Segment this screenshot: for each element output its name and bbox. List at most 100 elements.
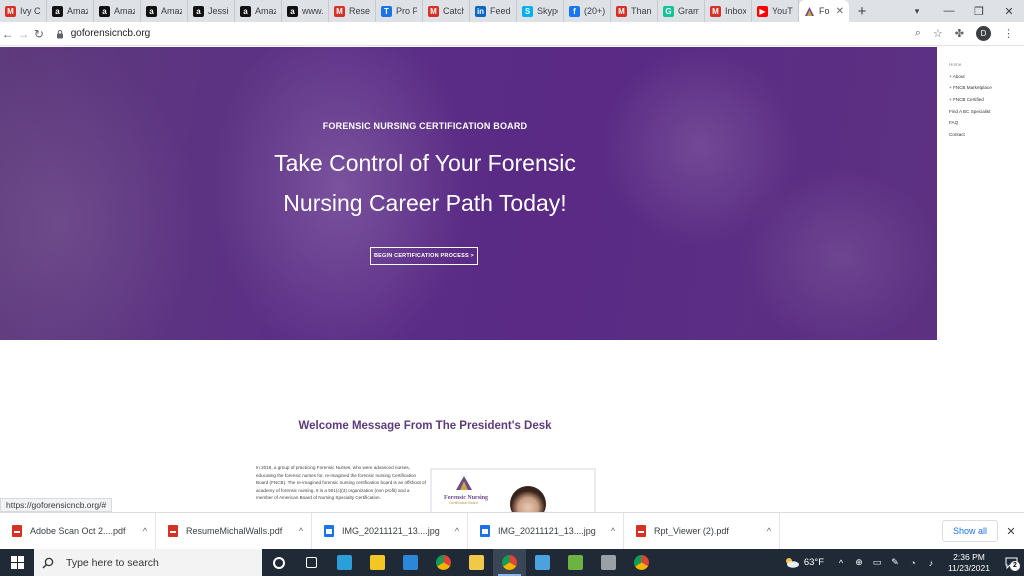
browser-tab[interactable]: a Jessic — [188, 0, 235, 22]
back-arrow-icon[interactable]: ← — [0, 27, 16, 41]
windows-start-button[interactable] — [0, 549, 34, 576]
nav-item[interactable]: Contact — [949, 129, 1024, 141]
taskbar-search-box[interactable]: Type here to search — [34, 549, 262, 576]
download-item[interactable]: ResumeMichalWalls.pdf ^ — [156, 512, 312, 550]
download-name: Rpt_Viewer (2).pdf — [654, 526, 729, 536]
toolbar-actions: ⌕ ☆ ✤ D ⋮ — [915, 26, 1024, 41]
tab-label: (20+) — [584, 6, 605, 16]
tab-label: Amaz — [114, 6, 135, 16]
tab-favicon-icon: a — [52, 5, 63, 17]
wifi-icon[interactable]: ◔ — [904, 558, 922, 568]
browser-tab[interactable]: T Pro P — [376, 0, 423, 22]
cortana-icon[interactable] — [262, 549, 295, 576]
browser-tab[interactable]: M Thank — [611, 0, 658, 22]
browser-tab[interactable]: M Ivy Ch — [0, 0, 47, 22]
browser-tab-strip: MIvy ChaAmazaAmazaAmazaJessicaAmazawww.M… — [0, 0, 1024, 22]
minimize-button[interactable]: — — [934, 5, 964, 17]
browser-tab[interactable]: ▶ YouTu — [752, 0, 799, 22]
download-item[interactable]: IMG_20211121_13....jpg ^ — [468, 512, 624, 550]
forward-arrow-icon[interactable]: → — [16, 27, 32, 41]
nav-item[interactable]: Home — [949, 59, 1024, 71]
app-gear-icon[interactable] — [592, 549, 625, 576]
close-tab-icon[interactable]: ✕ — [836, 6, 844, 17]
browser-tab[interactable]: in Feed — [470, 0, 517, 22]
file-explorer-icon[interactable] — [460, 549, 493, 576]
tab-label: Amaz — [161, 6, 182, 16]
nav-item[interactable]: FAQ — [949, 117, 1024, 129]
tab-favicon-icon: a — [287, 5, 298, 17]
begin-certification-button[interactable]: BEGIN CERTIFICATION PROCESS > — [370, 247, 478, 265]
tab-active-forensic[interactable]: Fo ✕ — [799, 0, 849, 22]
browser-tab[interactable]: a Amaz — [235, 0, 282, 22]
chevron-up-icon[interactable]: ^ — [135, 526, 155, 536]
show-all-button[interactable]: Show all — [941, 520, 998, 542]
tab-favicon-icon: a — [240, 5, 251, 17]
chevron-up-icon[interactable]: ^ — [759, 526, 779, 536]
nav-item[interactable]: + FNCB Marketplace — [949, 82, 1024, 94]
browser-tab[interactable]: a www. — [282, 0, 329, 22]
app-layers-icon[interactable] — [559, 549, 592, 576]
browser-tab[interactable]: a Amaz — [94, 0, 141, 22]
chevron-up-icon[interactable]: ^ — [291, 526, 311, 536]
browser-tab[interactable]: M Catch — [423, 0, 470, 22]
tabs-container: MIvy ChaAmazaAmazaAmazaJessicaAmazawww.M… — [0, 0, 799, 22]
tab-favicon-icon: f — [569, 5, 580, 17]
taskbar-clock[interactable]: 2:36 PM 11/23/2021 — [940, 552, 998, 574]
chrome-icon[interactable] — [427, 549, 460, 576]
chrome-glyph — [436, 555, 451, 570]
tab-favicon-icon: ▶ — [757, 5, 768, 17]
close-window-button[interactable]: ✕ — [994, 5, 1024, 18]
tab-favicon-icon: M — [710, 5, 721, 17]
tray-app-icon[interactable]: ⊕ — [850, 557, 868, 568]
logo-subtitle: Certification Board — [449, 501, 478, 505]
browser-tab[interactable]: f (20+) — [564, 0, 611, 22]
nav-item[interactable]: + About — [949, 71, 1024, 83]
zoom-icon[interactable]: ⌕ — [915, 27, 921, 40]
browser-tab[interactable]: M Inbox — [705, 0, 752, 22]
search-placeholder: Type here to search — [66, 556, 159, 569]
mail-icon[interactable] — [394, 549, 427, 576]
download-name: Adobe Scan Oct 2....pdf — [30, 526, 126, 536]
store-icon[interactable] — [361, 549, 394, 576]
tab-label: Inbox — [725, 6, 746, 16]
browser-tab[interactable]: a Amaz — [47, 0, 94, 22]
menu-kebab-icon[interactable]: ⋮ — [1003, 27, 1014, 40]
profile-avatar[interactable]: D — [976, 26, 991, 41]
close-downloads-icon[interactable]: ✕ — [998, 525, 1024, 538]
restore-button[interactable]: ❐ — [964, 5, 994, 18]
nav-item[interactable]: Find A BC Specialist — [949, 106, 1024, 118]
reload-icon[interactable]: ↻ — [31, 27, 47, 41]
new-tab-button[interactable]: + — [849, 0, 875, 22]
browser-tab[interactable]: S Skype — [517, 0, 564, 22]
tab-label: Reset — [349, 6, 370, 16]
lock-icon — [56, 29, 63, 38]
extensions-puzzle-icon[interactable]: ✤ — [955, 27, 964, 40]
download-item[interactable]: IMG_20211121_13....jpg ^ — [312, 512, 468, 550]
address-bar[interactable]: goforensicncb.org — [55, 25, 915, 43]
chrome-2-icon[interactable] — [625, 549, 658, 576]
browser-tab[interactable]: G Gram — [658, 0, 705, 22]
browser-tab[interactable]: a Amaz — [141, 0, 188, 22]
download-item[interactable]: Adobe Scan Oct 2....pdf ^ — [0, 512, 156, 550]
bookmark-star-icon[interactable]: ☆ — [933, 27, 943, 40]
pen-icon[interactable]: ✎ — [886, 557, 904, 568]
display-icon[interactable]: ▭ — [868, 557, 886, 568]
nav-item[interactable]: + FNCB Certified — [949, 94, 1024, 106]
search-icon — [42, 557, 54, 568]
system-tray: 63°F ^ ⊕ ▭ ✎ ◔ ♪ 2:36 PM 11/23/2021 2 — [784, 549, 1024, 576]
download-item[interactable]: Rpt_Viewer (2).pdf ^ — [624, 512, 780, 550]
tab-label: Fo — [819, 6, 830, 16]
hero-eyebrow: FORENSIC NURSING CERTIFICATION BOARD — [322, 121, 528, 131]
weather-widget[interactable]: 63°F — [784, 557, 824, 568]
chevron-up-icon[interactable]: ^ — [603, 526, 623, 536]
chrome-active-icon[interactable] — [493, 549, 526, 576]
browser-tab[interactable]: M Reset — [329, 0, 376, 22]
edge-icon[interactable] — [328, 549, 361, 576]
app-blue-icon[interactable] — [526, 549, 559, 576]
chevron-up-icon[interactable]: ^ — [447, 526, 467, 536]
tab-search-button[interactable]: ▾ — [900, 6, 934, 17]
task-view-icon[interactable] — [295, 549, 328, 576]
chevron-up-icon[interactable]: ^ — [832, 558, 850, 568]
volume-icon[interactable]: ♪ — [922, 558, 940, 568]
notifications-button[interactable]: 2 — [998, 557, 1024, 571]
